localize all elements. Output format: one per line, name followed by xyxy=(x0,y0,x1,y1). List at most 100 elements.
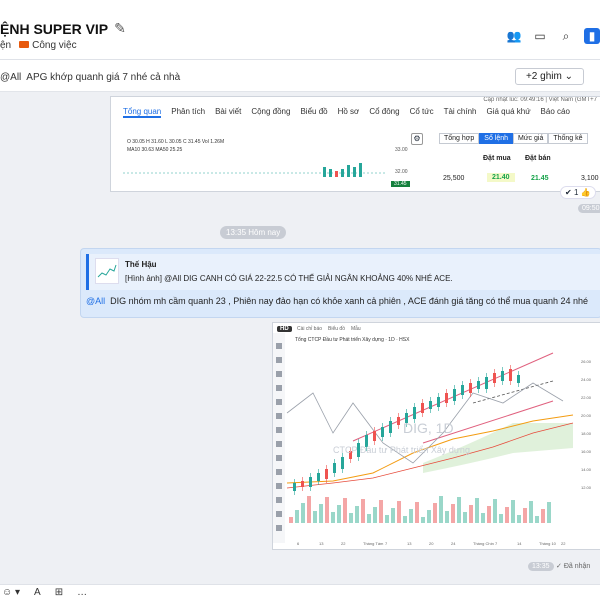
message-time: 09:50 xyxy=(578,204,600,213)
drawing-tool-icon xyxy=(276,469,282,475)
stock-tab[interactable]: Biểu đồ xyxy=(300,107,327,118)
sticker-icon[interactable]: ☺ ▾ xyxy=(2,587,20,598)
volume-bar xyxy=(445,511,449,523)
volume-bar xyxy=(493,499,497,523)
drawing-tool-icon xyxy=(276,343,282,349)
volume-bar xyxy=(301,503,305,523)
volume-bar xyxy=(307,496,311,523)
volume-bar xyxy=(433,503,437,523)
volume-bar xyxy=(325,497,329,523)
quoted-author: Thế Hậu xyxy=(125,260,157,269)
chart-toolbar: Cài chỉ báo Biểu đồ Mẫu xyxy=(297,326,361,332)
volume-bar xyxy=(505,507,509,523)
y-axis-label: 26.00 xyxy=(581,359,592,364)
tab-members[interactable]: ện xyxy=(0,40,11,51)
last-price-badge: 31.45 xyxy=(391,181,410,187)
stock-tab[interactable]: Báo cáo xyxy=(541,107,570,118)
stock-tabs: Tổng quan Phân tích Bài viết Cộng đồng Biểu … xyxy=(123,107,570,118)
chart-tool[interactable]: Cài chỉ báo xyxy=(297,326,322,332)
chart-tool[interactable]: Mẫu xyxy=(351,326,361,332)
orderbook-tab[interactable]: Thống kê xyxy=(548,133,588,144)
format-text-icon[interactable]: A xyxy=(34,587,41,598)
pinned-message-text: @All APG khớp quanh giá 7 nhé cả nhà xyxy=(0,72,181,83)
candle xyxy=(477,381,480,389)
candle xyxy=(493,373,496,383)
quoted-message[interactable]: Thế Hậu [Hình ảnh] @All DIG CANH CÓ GIÁ … xyxy=(86,254,600,290)
candle xyxy=(373,431,376,441)
col-ask-header: Đặt bán xyxy=(525,155,551,162)
volume-bar xyxy=(481,513,485,523)
y-axis-label: 14.00 xyxy=(581,467,592,472)
stock-tab[interactable]: Bài viết xyxy=(215,107,241,118)
stock-tab[interactable]: Phân tích xyxy=(171,107,205,118)
chat-header: ỆNH SUPER VIP ✎ ện Công việc 👥 ▭ ⌕ ▮ xyxy=(0,0,600,60)
volume-bar xyxy=(535,516,539,523)
y-axis-label: 20.00 xyxy=(581,413,592,418)
col-bid-header: Đặt mua xyxy=(483,155,511,162)
pinned-message-bar[interactable]: @All APG khớp quanh giá 7 nhé cả nhà +2 … xyxy=(0,60,600,92)
volume-bar xyxy=(409,509,413,523)
stock-tab[interactable]: Giá quá khứ xyxy=(487,107,531,118)
x-axis-label: 13 xyxy=(407,541,412,546)
received-status: ✓ Đã nhận xyxy=(556,563,591,570)
candle xyxy=(501,371,504,381)
chart-watermark: DIG, 1D xyxy=(403,420,454,436)
more-pins-button[interactable]: +2 ghim ⌄ xyxy=(514,68,584,85)
sidebar-toggle-icon[interactable]: ▮ xyxy=(584,28,600,44)
x-axis-label: 7 xyxy=(385,541,388,546)
mention[interactable]: @All xyxy=(86,296,105,306)
volume-bar xyxy=(391,508,395,523)
stock-board-image[interactable]: Cập nhật lúc: 09:49:16 | Việt Nam (GMT+7… xyxy=(110,96,600,192)
stock-tab[interactable]: Tài chính xyxy=(444,107,477,118)
volume-bar xyxy=(517,515,521,523)
add-member-icon[interactable]: 👥 xyxy=(506,28,522,44)
search-icon[interactable]: ⌕ xyxy=(558,28,574,44)
candle xyxy=(397,417,400,425)
stock-tab[interactable]: Hồ sơ xyxy=(338,107,360,118)
stock-chart-image[interactable]: DIG, 1D CTCP Đầu tư Phát triển Xây dựng 26… xyxy=(272,322,600,550)
edit-icon[interactable]: ✎ xyxy=(114,20,126,37)
chart-tool[interactable]: Biểu đồ xyxy=(328,326,345,332)
volume-bar xyxy=(511,500,515,523)
stock-tab[interactable]: Cổ đông xyxy=(369,107,399,118)
video-call-icon[interactable]: ▭ xyxy=(532,28,548,44)
more-icon[interactable]: … xyxy=(77,587,87,598)
candle xyxy=(429,401,432,409)
stock-tab[interactable]: Tổng quan xyxy=(123,107,162,118)
volume-bar xyxy=(385,515,389,523)
tab-work[interactable]: Công việc xyxy=(19,40,77,51)
drawing-tool-icon xyxy=(276,413,282,419)
volume-bar xyxy=(349,513,353,523)
volume-bar xyxy=(487,506,491,523)
drawing-tool-icon xyxy=(276,511,282,517)
y-axis-label: 16.00 xyxy=(581,449,592,454)
drawing-tool-icon xyxy=(276,441,282,447)
reaction-badge[interactable]: ✔ 1 👍 xyxy=(560,186,596,199)
volume-bar xyxy=(379,500,383,523)
x-axis-label: 7 xyxy=(495,541,498,546)
orderbook-tab[interactable]: Tổng hợp xyxy=(439,133,480,144)
volume-bar xyxy=(289,517,293,523)
stock-tab[interactable]: Cổ tức xyxy=(410,107,434,118)
orderbook-tab[interactable]: Mức giá xyxy=(513,133,549,144)
drawing-tool-icon xyxy=(276,455,282,461)
header-actions: 👥 ▭ ⌕ ▮ xyxy=(506,28,600,44)
orderbook-tab[interactable]: Sổ lệnh xyxy=(479,133,514,144)
x-axis-label: 14 xyxy=(517,541,522,546)
date-separator: 13:35 Hôm nay xyxy=(220,226,287,239)
attach-icon[interactable]: ⊞ xyxy=(55,587,63,598)
hd-badge: HD xyxy=(277,326,292,332)
candle xyxy=(341,457,344,469)
candle xyxy=(445,393,448,403)
quoted-image-thumbnail xyxy=(95,258,119,284)
chart-watermark-sub: CTCP Đầu tư Phát triển Xây dựng xyxy=(333,445,470,455)
volume-bar xyxy=(451,504,455,523)
settings-gear-icon[interactable]: ⚙ xyxy=(411,133,423,145)
x-axis-label: 20 xyxy=(429,541,434,546)
volume-bar xyxy=(415,502,419,523)
chat-title-text: ỆNH SUPER VIP xyxy=(0,20,109,37)
volume-bar xyxy=(529,501,533,523)
volume-bar xyxy=(355,506,359,523)
stock-tab[interactable]: Cộng đồng xyxy=(251,107,290,118)
volume-bar xyxy=(337,505,341,523)
